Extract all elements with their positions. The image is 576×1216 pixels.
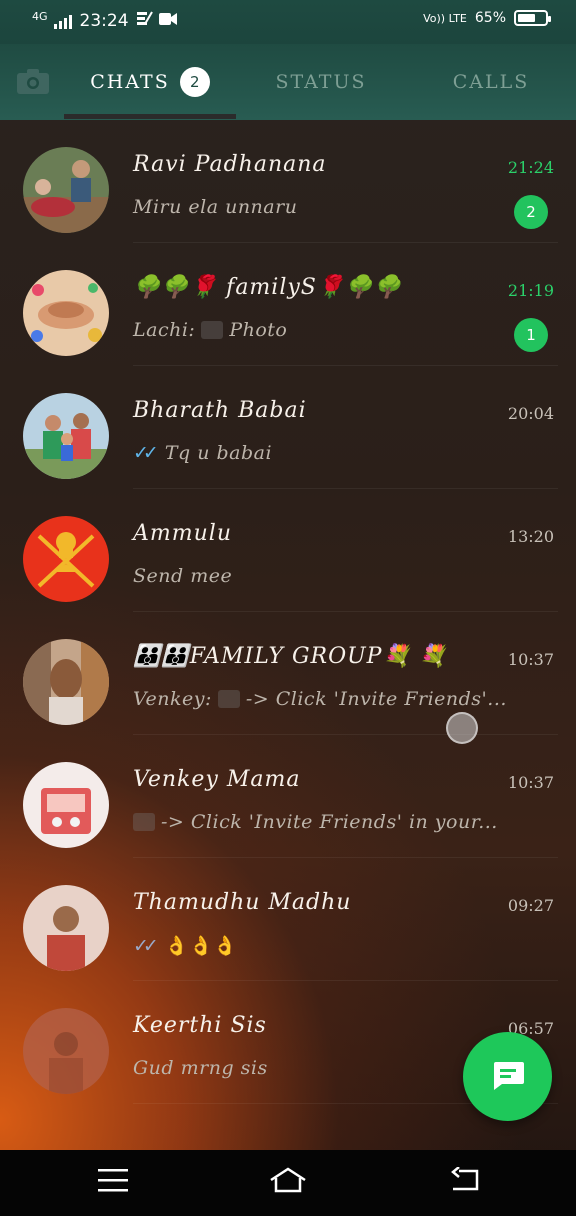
signal-icon [53, 13, 72, 29]
avatar[interactable] [23, 516, 109, 602]
app-bar: CHATS 2 STATUS CALLS [0, 44, 576, 120]
unread-badge: 1 [514, 318, 548, 352]
clock: 23:24 [79, 10, 129, 31]
status-right: Vo)) LTE 65% [423, 10, 551, 26]
avatar[interactable] [23, 885, 109, 971]
chat-preview: Lachi: Photo [133, 319, 287, 341]
network-type: 4G [32, 9, 48, 23]
preview-text: Gud mrng sis [133, 1057, 268, 1079]
chat-preview: ✓✓ Tq u babai [133, 442, 272, 464]
photo-icon [217, 690, 240, 708]
chat-name: Ravi Padhanana [133, 152, 327, 177]
tab-calls[interactable]: CALLS [406, 44, 576, 120]
new-chat-icon [490, 1059, 526, 1095]
avatar[interactable] [23, 147, 109, 233]
menu-button[interactable] [93, 1164, 133, 1200]
battery-percent: 65% [474, 10, 506, 26]
tab-calls-label: CALLS [452, 71, 530, 93]
chat-row[interactable]: Venkey Mama 10:37 -> Click 'Invite Frien… [0, 735, 576, 858]
preview-text: Miru ela unnaru [133, 196, 298, 218]
chat-name: Bharath Babai [133, 398, 307, 423]
chat-preview: Miru ela unnaru [133, 196, 297, 218]
video-icon [158, 11, 177, 31]
status-bar: 4G 23:24 Vo)) LTE 65% [0, 0, 576, 44]
home-icon [269, 1166, 307, 1198]
battery-icon [514, 10, 551, 26]
new-chat-button[interactable] [463, 1032, 552, 1121]
preview-text: -> Click 'Invite Friends'... [245, 688, 507, 710]
back-icon [449, 1166, 479, 1197]
home-button[interactable] [268, 1164, 308, 1200]
back-button[interactable] [444, 1164, 484, 1200]
tab-chats-badge: 2 [179, 67, 210, 97]
chat-time: 20:04 [507, 404, 554, 423]
chat-name: 🌳🌳🌹 familyS🌹🌳🌳 [133, 275, 403, 300]
preview-text: Photo [229, 319, 288, 341]
volte-indicator: Vo)) LTE [423, 11, 467, 25]
menu-icon [98, 1168, 128, 1196]
preview-text: -> Click 'Invite Friends' in your... [161, 811, 498, 833]
chat-name: Keerthi Sis [133, 1013, 267, 1038]
tab-chats[interactable]: CHATS 2 [64, 44, 236, 120]
tab-status-label: STATUS [275, 71, 367, 93]
chat-preview: Gud mrng sis [133, 1057, 268, 1079]
chat-row[interactable]: Ammulu 13:20 Send mee [0, 489, 576, 612]
chat-preview: Venkey: -> Click 'Invite Friends'... [133, 688, 507, 710]
chat-row[interactable]: Thamudhu Madhu 09:27 ✓✓ 👌👌👌 [0, 858, 576, 981]
avatar[interactable] [23, 270, 109, 356]
touch-indicator [446, 712, 478, 744]
chat-time: 21:19 [507, 281, 554, 300]
chat-preview: ✓✓ 👌👌👌 [133, 934, 238, 958]
chat-row[interactable]: 🌳🌳🌹 familyS🌹🌳🌳 21:19 Lachi: Photo 1 [0, 243, 576, 366]
data-saver-icon [135, 10, 153, 31]
photo-icon [133, 813, 155, 831]
chat-row[interactable]: 👪👪FAMILY GROUP💐 💐 10:37 Venkey: -> Click… [0, 612, 576, 735]
chat-name: Thamudhu Madhu [133, 890, 352, 915]
preview-text: 👌👌👌 [164, 935, 238, 957]
unread-badge: 2 [514, 195, 548, 229]
status-left: 4G 23:24 [32, 10, 177, 31]
photo-icon [201, 321, 224, 339]
navigation-bar [0, 1150, 576, 1216]
avatar[interactable] [23, 639, 109, 725]
chat-name: Ammulu [133, 521, 232, 546]
preview-sender: Venkey: [133, 688, 212, 710]
chat-time: 21:24 [507, 158, 554, 177]
chat-name: 👪👪FAMILY GROUP💐 💐 [133, 644, 448, 669]
avatar[interactable] [23, 1008, 109, 1094]
tab-chats-label: CHATS [90, 71, 170, 93]
avatar[interactable] [23, 762, 109, 848]
tab-status[interactable]: STATUS [236, 44, 406, 120]
preview-text: Tq u babai [164, 442, 273, 464]
chat-row[interactable]: Ravi Padhanana 21:24 Miru ela unnaru 2 [0, 120, 576, 243]
read-ticks-icon: ✓✓ [133, 934, 159, 957]
preview-sender: Lachi: [133, 319, 196, 341]
chat-time: 09:27 [507, 896, 554, 915]
preview-text: Send mee [133, 565, 233, 587]
chat-time: 13:20 [507, 527, 554, 546]
chat-row[interactable]: Bharath Babai 20:04 ✓✓ Tq u babai [0, 366, 576, 489]
chat-time: 10:37 [507, 650, 554, 669]
read-ticks-icon: ✓✓ [133, 442, 159, 464]
camera-icon[interactable] [17, 68, 49, 94]
chat-preview: Send mee [133, 565, 232, 587]
avatar[interactable] [23, 393, 109, 479]
tab-indicator [64, 114, 236, 119]
chat-name: Venkey Mama [133, 767, 301, 792]
chat-time: 10:37 [507, 773, 554, 792]
chat-preview: -> Click 'Invite Friends' in your... [133, 811, 498, 833]
